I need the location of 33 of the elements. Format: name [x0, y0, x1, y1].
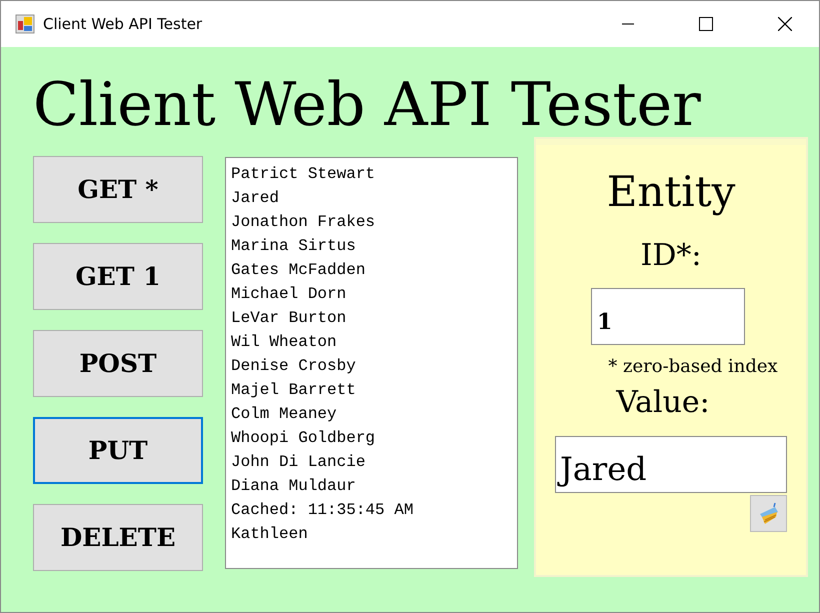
close-icon[interactable]	[778, 17, 792, 31]
list-item[interactable]: Jonathon Frakes	[231, 210, 512, 234]
list-item[interactable]: Wil Wheaton	[231, 330, 512, 354]
method-button[interactable]: DELETE	[33, 504, 203, 571]
app-icon	[15, 14, 35, 34]
list-item[interactable]: John Di Lancie	[231, 450, 512, 474]
list-item[interactable]: LeVar Burton	[231, 306, 512, 330]
id-label: ID*:	[640, 238, 702, 273]
method-button[interactable]: GET *	[33, 156, 203, 223]
maximize-icon[interactable]	[699, 17, 713, 31]
id-field[interactable]: 1	[591, 288, 745, 345]
list-item[interactable]: Whoopi Goldberg	[231, 426, 512, 450]
list-item[interactable]: Majel Barrett	[231, 378, 512, 402]
list-item[interactable]: Marina Sirtus	[231, 234, 512, 258]
method-button[interactable]: PUT	[33, 417, 203, 484]
method-button[interactable]: POST	[33, 330, 203, 397]
list-item[interactable]: Kathleen	[231, 522, 512, 546]
list-item[interactable]: Michael Dorn	[231, 282, 512, 306]
list-item[interactable]: Colm Meaney	[231, 402, 512, 426]
value-field[interactable]: Jared	[555, 436, 787, 493]
list-item[interactable]: Cached: 11:35:45 AM	[231, 498, 512, 522]
results-list[interactable]	[225, 157, 518, 569]
app-heading: Client Web API Tester	[33, 75, 702, 135]
list-item[interactable]: Jared	[231, 186, 512, 210]
value-label: Value:	[616, 385, 710, 420]
list-item[interactable]: Patrict Stewart	[231, 162, 512, 186]
list-item[interactable]: Diana Muldaur	[231, 474, 512, 498]
list-item[interactable]: Gates McFadden	[231, 258, 512, 282]
list-item[interactable]: Denise Crosby	[231, 354, 512, 378]
method-button[interactable]: GET 1	[33, 243, 203, 310]
window-title: Client Web API Tester	[43, 15, 202, 33]
index-note: * zero-based index	[608, 356, 778, 377]
panel-title: Entity	[606, 167, 736, 216]
